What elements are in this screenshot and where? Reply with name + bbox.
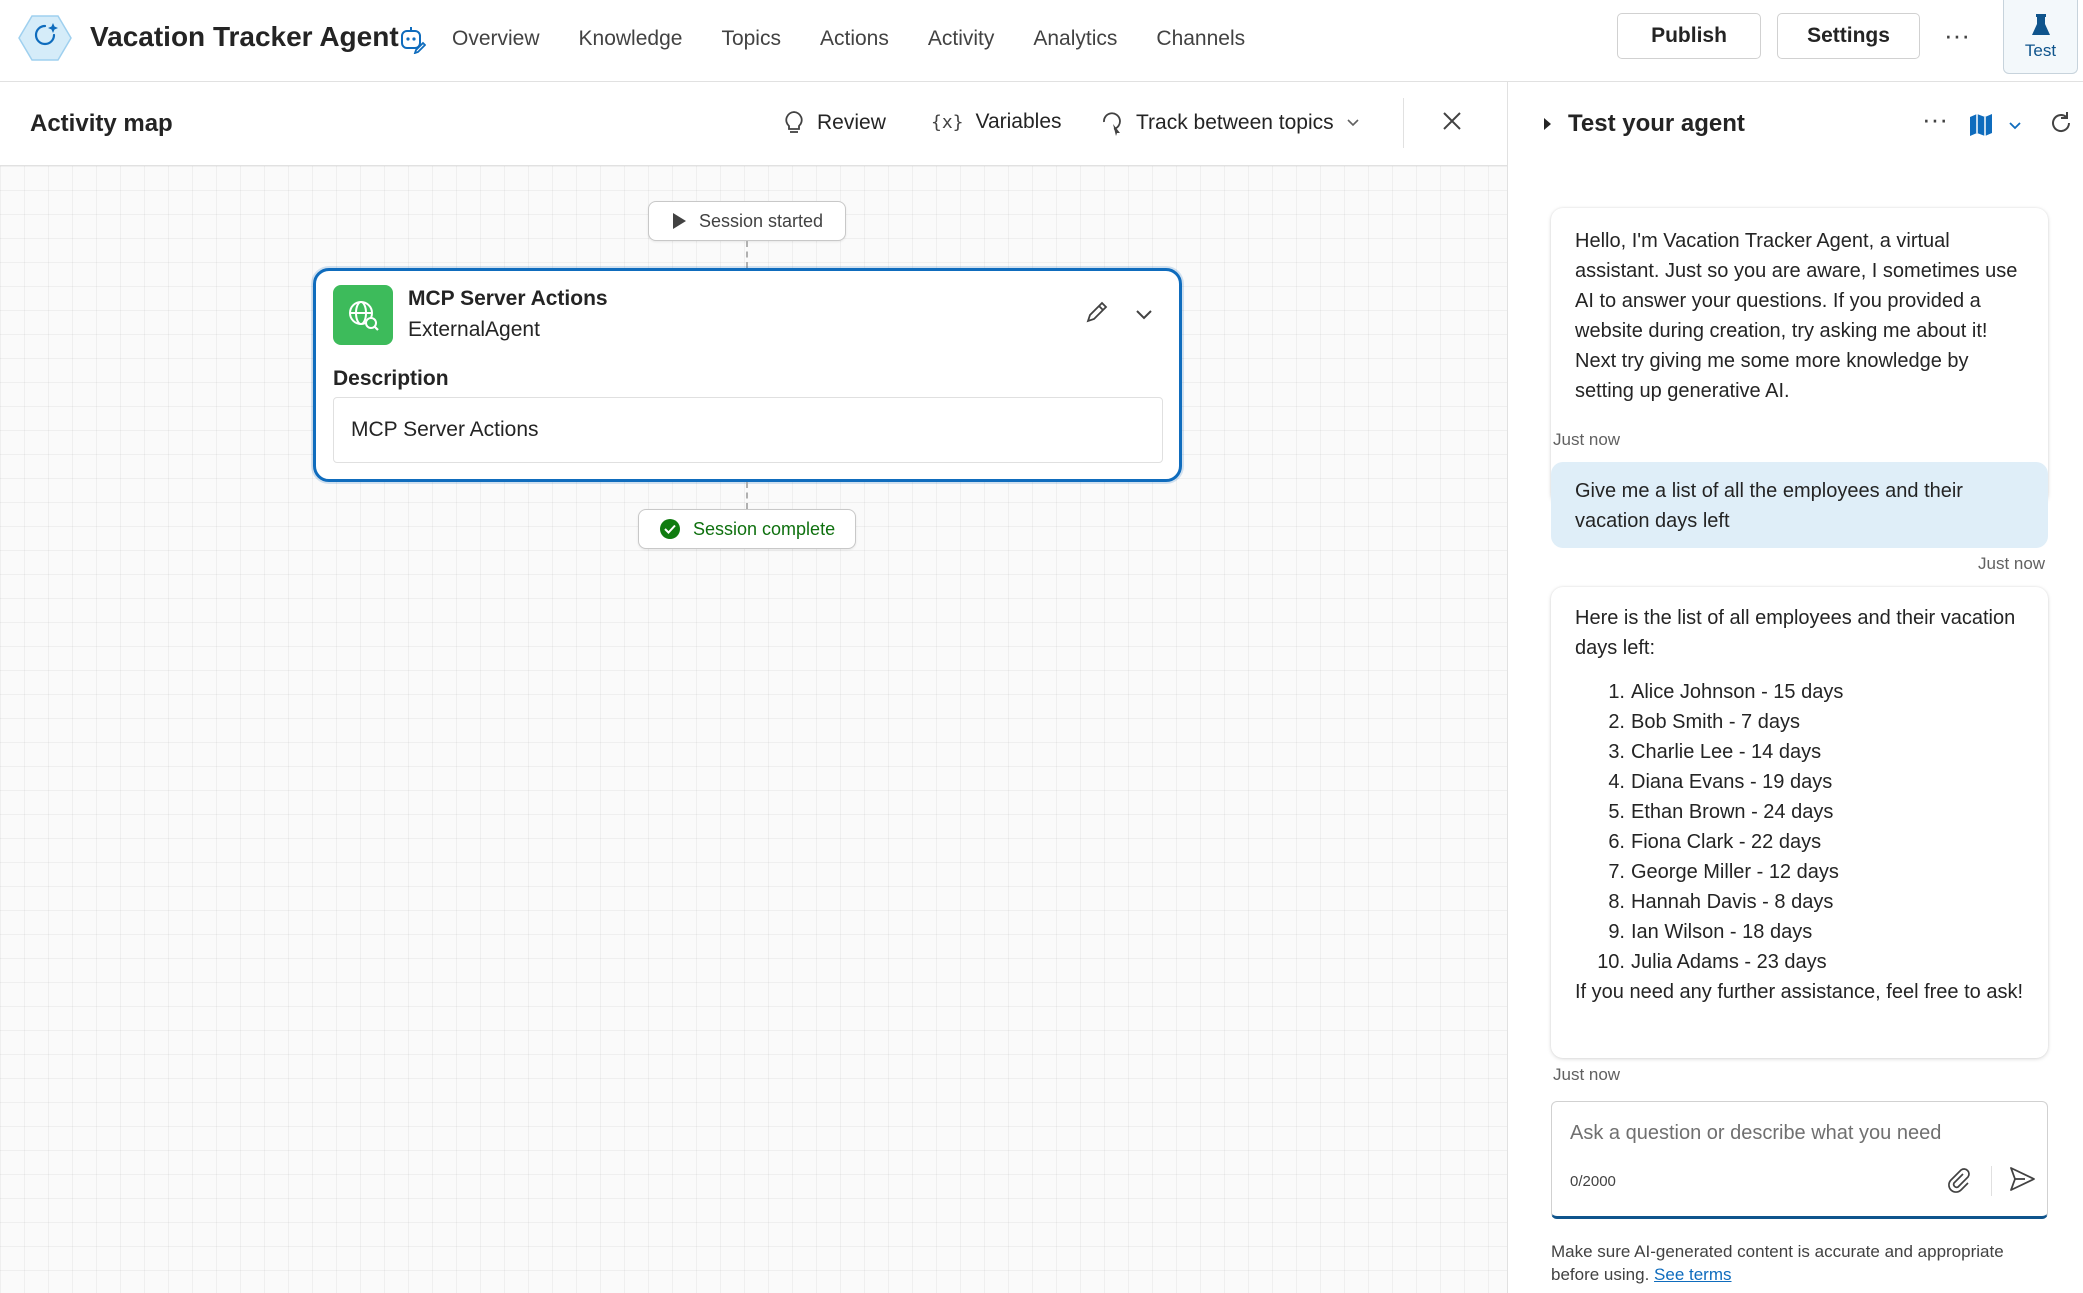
settings-button[interactable]: Settings [1777, 13, 1920, 59]
close-icon[interactable] [1437, 106, 1467, 136]
top-bar: Vacation Tracker Agent Overview Knowledg… [0, 0, 2083, 82]
list-item: 6. Fiona Clark - 22 days [1608, 831, 1822, 853]
list-item: 8. Hannah Davis - 8 days [1608, 891, 1834, 913]
nav-analytics[interactable]: Analytics [1014, 24, 1137, 54]
ai-disclaimer: Make sure AI-generated content is accura… [1551, 1240, 2051, 1286]
message-text: Hello, I'm Vacation Tracker Agent, a vir… [1575, 230, 2018, 402]
activity-map-title: Activity map [30, 110, 173, 137]
nav-topics[interactable]: Topics [702, 24, 801, 54]
connector-line [746, 482, 748, 509]
send-icon[interactable] [2007, 1164, 2037, 1194]
message-timestamp: Just now [1553, 430, 1621, 449]
review-button[interactable]: Review [783, 110, 886, 136]
bot-message: Here is the list of all employees and th… [1551, 587, 2048, 1058]
check-circle-icon [660, 519, 680, 539]
message-timestamp: Just now [1553, 1065, 1621, 1084]
list-item: 3. Charlie Lee - 14 days [1608, 741, 1822, 763]
test-panel-title: Test your agent [1568, 110, 1745, 137]
review-label: Review [817, 111, 886, 134]
globe-search-icon [333, 285, 393, 345]
message-outro: If you need any further assistance, feel… [1575, 981, 2024, 1003]
activity-map-header: Activity map Review {x} Variables Track … [0, 82, 1507, 166]
session-started-node: Session started [648, 201, 846, 241]
paperclip-icon[interactable] [1945, 1166, 1973, 1194]
flask-icon [2031, 13, 2050, 35]
chat-input[interactable] [1570, 1122, 2030, 1145]
list-item: 7. George Miller - 12 days [1608, 861, 1839, 883]
chat-compose-box: 0/2000 [1551, 1101, 2048, 1219]
chevron-down-icon[interactable] [2006, 116, 2024, 134]
list-item: 9. Ian Wilson - 18 days [1608, 921, 1813, 943]
list-item: 4. Diana Evans - 19 days [1608, 771, 1833, 793]
list-item: 1. Alice Johnson - 15 days [1608, 681, 1844, 703]
variables-icon: {x} [931, 111, 964, 133]
lightbulb-icon [785, 111, 803, 133]
agent-edit-icon[interactable] [398, 24, 426, 54]
header-divider [1403, 98, 1404, 148]
chevron-down-icon[interactable] [1132, 302, 1156, 326]
list-item: 10. Julia Adams - 23 days [1597, 951, 1827, 973]
chevron-down-icon [1347, 119, 1359, 127]
list-item: 5. Ethan Brown - 24 days [1608, 801, 1834, 823]
variables-label: Variables [975, 110, 1062, 133]
card-subtitle: ExternalAgent [408, 318, 540, 341]
message-text: Give me a list of all the employees and … [1575, 480, 1963, 532]
pencil-icon[interactable] [1083, 298, 1111, 326]
session-started-label: Session started [699, 210, 824, 231]
session-complete-label: Session complete [693, 518, 836, 539]
copilot-hexagon-icon[interactable] [18, 14, 72, 62]
variables-button[interactable]: {x} Variables [931, 110, 1062, 134]
description-value: MCP Server Actions [333, 397, 1163, 463]
refresh-icon[interactable] [2047, 109, 2075, 137]
nav-overview[interactable]: Overview [450, 24, 559, 54]
description-label: Description [333, 367, 449, 390]
test-button-label: Test [2024, 40, 2057, 60]
list-item: 2. Bob Smith - 7 days [1608, 711, 1800, 733]
test-more-button[interactable]: ··· [1920, 104, 1950, 134]
collapse-caret-icon[interactable] [1544, 118, 1551, 130]
test-button[interactable]: Test [2003, 0, 2078, 74]
see-terms-link[interactable]: See terms [1654, 1265, 1731, 1284]
connector-line [746, 241, 748, 268]
disclaimer-text: Make sure AI-generated content is accura… [1551, 1242, 2004, 1284]
character-count: 0/2000 [1570, 1173, 1616, 1190]
compose-divider [1991, 1166, 1992, 1196]
track-between-topics-button[interactable]: Track between topics [1100, 110, 1360, 136]
card-title: MCP Server Actions [408, 287, 608, 310]
publish-button[interactable]: Publish [1617, 13, 1761, 59]
nav-actions[interactable]: Actions [800, 24, 908, 54]
agent-title: Vacation Tracker Agent [90, 21, 399, 52]
play-icon [673, 213, 686, 229]
track-topics-icon [1103, 112, 1121, 136]
test-agent-panel: Test your agent ··· Hello, I'm Vacation … [1508, 82, 2083, 1293]
message-timestamp: Just now [1978, 554, 2046, 573]
nav-channels[interactable]: Channels [1137, 24, 1265, 54]
user-message: Give me a list of all the employees and … [1551, 462, 2048, 548]
mcp-server-actions-card[interactable]: MCP Server Actions ExternalAgent Descrip… [313, 268, 1182, 482]
session-complete-node: Session complete [638, 509, 856, 549]
map-icon[interactable] [1968, 112, 1994, 138]
main-nav: Overview Knowledge Topics Actions Activi… [450, 24, 1265, 54]
employee-list: 1. Alice Johnson - 15 days 2. Bob Smith - … [1575, 677, 2024, 977]
track-label: Track between topics [1136, 111, 1334, 134]
nav-activity[interactable]: Activity [908, 24, 1014, 54]
bot-message: Hello, I'm Vacation Tracker Agent, a vir… [1551, 208, 2048, 505]
more-options-button[interactable]: ··· [1940, 20, 1974, 54]
message-intro: Here is the list of all employees and th… [1575, 607, 2016, 659]
nav-knowledge[interactable]: Knowledge [559, 24, 702, 54]
